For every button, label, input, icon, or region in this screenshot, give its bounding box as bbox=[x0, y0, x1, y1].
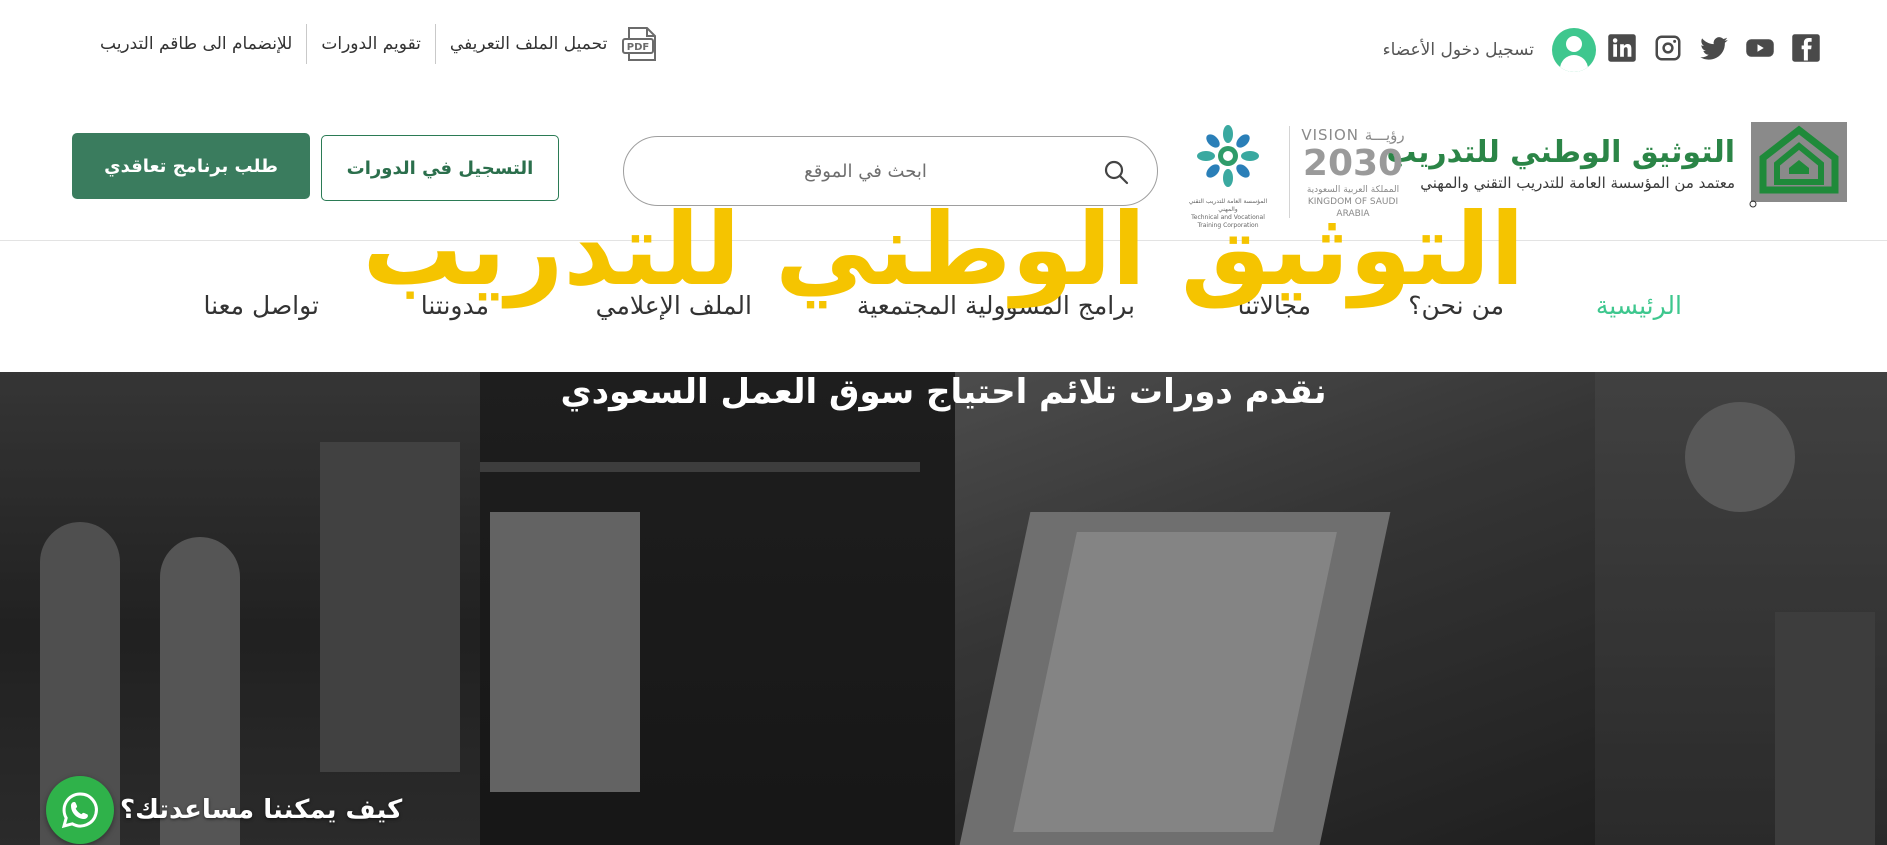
member-login-label: تسجيل دخول الأعضاء bbox=[1382, 40, 1534, 60]
whatsapp-icon[interactable] bbox=[46, 776, 114, 844]
member-login[interactable]: تسجيل دخول الأعضاء bbox=[1383, 28, 1596, 72]
twitter-icon[interactable] bbox=[1699, 33, 1729, 63]
social-links bbox=[1607, 33, 1821, 63]
hero-subtitle: نقدم دورات تلائم احتياج سوق العمل السعود… bbox=[560, 372, 1327, 412]
youtube-icon[interactable] bbox=[1745, 33, 1775, 63]
instagram-icon[interactable] bbox=[1653, 33, 1683, 63]
logo-title: التوثيق الوطني للتدريب bbox=[1386, 135, 1735, 170]
tvtc-emblem-icon bbox=[1197, 125, 1259, 187]
top-bar: تسجيل دخول الأعضاء للإنضمام الى طاقم الت… bbox=[0, 0, 1887, 100]
search-input[interactable] bbox=[654, 155, 1077, 187]
whatsapp-chat[interactable]: كيف يمكننا مساعدتك؟ bbox=[46, 776, 402, 844]
facebook-icon[interactable] bbox=[1791, 33, 1821, 63]
search-icon[interactable] bbox=[1103, 159, 1129, 185]
pdf-icon[interactable]: PDF bbox=[621, 26, 659, 62]
contract-program-button[interactable]: طلب برنامج تعاقدي bbox=[72, 133, 310, 199]
vision-year: 2030 bbox=[1302, 143, 1404, 184]
course-calendar-link[interactable]: تقويم الدورات bbox=[307, 24, 435, 64]
hero-title: التوثيق الوطني للتدريب bbox=[362, 191, 1525, 308]
hero-overlay bbox=[0, 372, 1887, 845]
linkedin-icon[interactable] bbox=[1607, 33, 1637, 63]
whatsapp-help-text: كيف يمكننا مساعدتك؟ bbox=[120, 795, 403, 825]
user-avatar-icon bbox=[1552, 28, 1596, 72]
top-links: للإنضمام الى طاقم التدريب تقويم الدورات … bbox=[86, 24, 663, 64]
pdf-label: PDF bbox=[627, 42, 649, 53]
download-profile-link[interactable]: تحميل الملف التعريفي bbox=[436, 24, 621, 64]
vision-label: VISION رؤيـــة bbox=[1301, 126, 1405, 144]
join-trainers-link[interactable]: للإنضمام الى طاقم التدريب bbox=[86, 24, 306, 64]
hero-banner bbox=[0, 372, 1887, 845]
